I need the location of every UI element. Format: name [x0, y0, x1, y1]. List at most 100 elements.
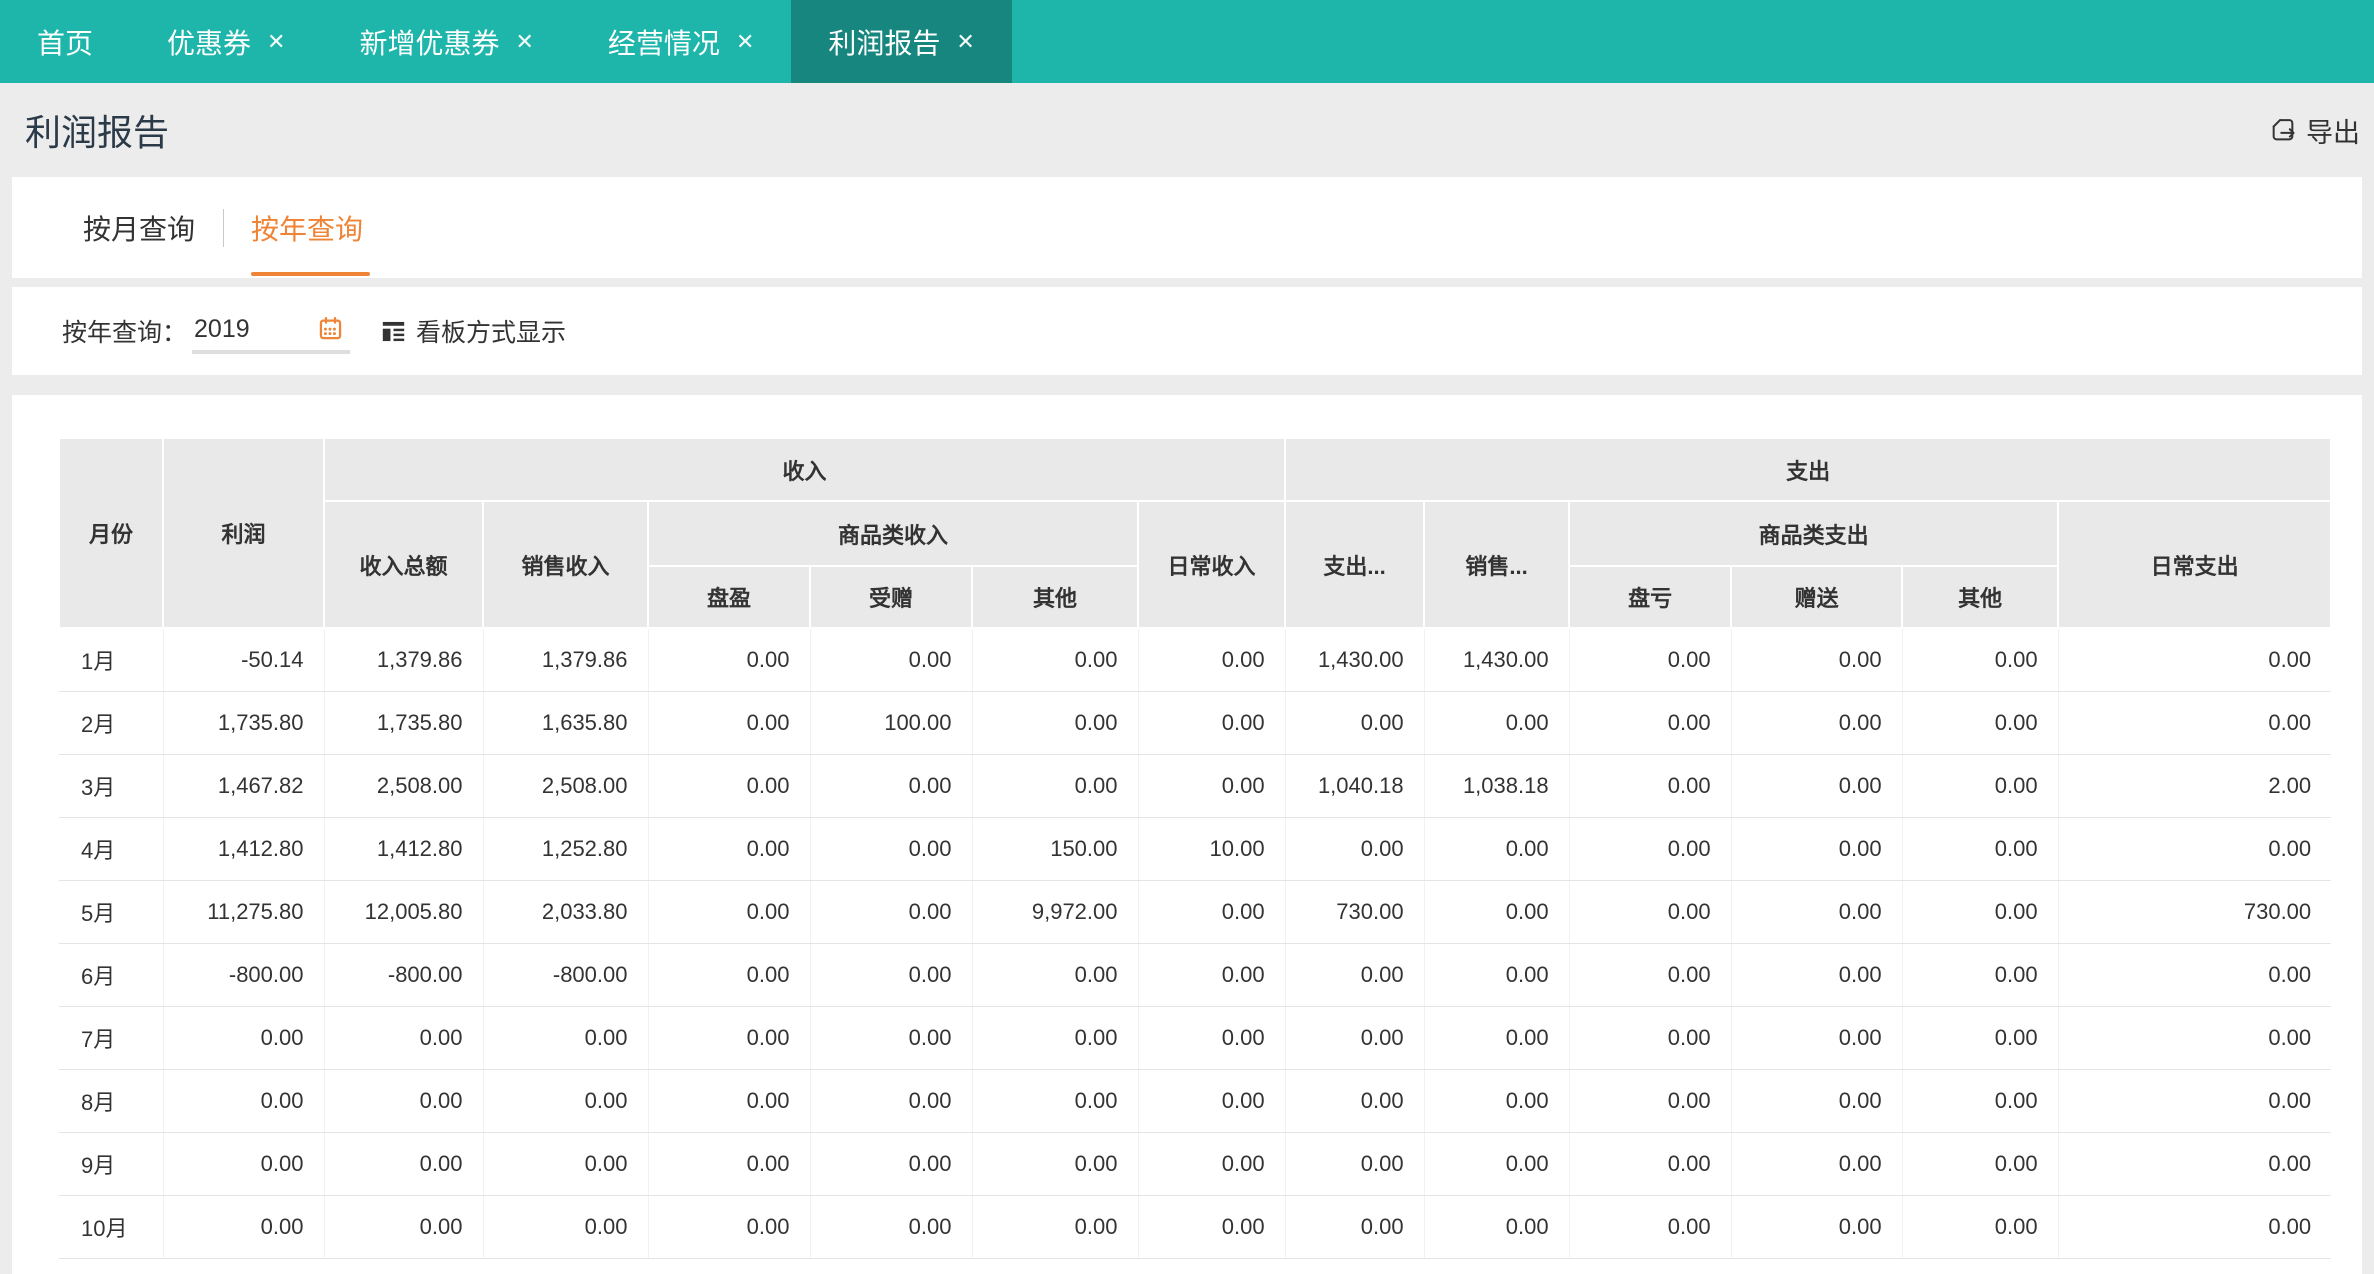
- top-tab-0[interactable]: 首页: [0, 0, 130, 83]
- cell-value: 0.00: [2058, 943, 2332, 1007]
- cell-value: 0.00: [1285, 943, 1425, 1007]
- cell-value: 0.00: [810, 943, 973, 1007]
- cell-month: 8月: [59, 1069, 164, 1133]
- cell-value: 0.00: [324, 1069, 484, 1133]
- top-tab-label: 新增优惠券: [359, 27, 500, 59]
- table-row: 7月 0.00 0.00 0.00 0.00 0.00 0.00 0.00 0.00 0.00 0.…: [59, 1006, 2332, 1070]
- cell-value: 0.00: [1424, 1132, 1570, 1196]
- cell-value: 0.00: [483, 1006, 649, 1070]
- cell-value: 0.00: [1138, 943, 1286, 1007]
- tab-close-icon[interactable]: ✕: [267, 30, 285, 53]
- cell-value: 0.00: [648, 754, 811, 818]
- cell-value: 0.00: [972, 1132, 1139, 1196]
- year-picker-value: 2019: [194, 314, 250, 343]
- cell-value: 0.00: [648, 1006, 811, 1070]
- cell-value: 0.00: [1285, 817, 1425, 881]
- cell-value: 0.00: [1569, 628, 1732, 692]
- cell-value: 0.00: [1731, 628, 1903, 692]
- cell-value: 0.00: [1424, 817, 1570, 881]
- cell-value: 0.00: [2058, 1006, 2332, 1070]
- cell-value: 0.00: [810, 1006, 973, 1070]
- cell-value: 0.00: [1424, 1069, 1570, 1133]
- cell-value: 1,379.86: [483, 628, 649, 692]
- cell-value: 1,379.86: [324, 628, 484, 692]
- cell-value: 0.00: [972, 1006, 1139, 1070]
- cell-value: 0.00: [1138, 880, 1286, 944]
- tab-yearly-query-label: 按年查询: [251, 213, 364, 245]
- tab-close-icon[interactable]: ✕: [515, 30, 533, 53]
- cell-value: 0.00: [2058, 817, 2332, 881]
- table-row: 9月 0.00 0.00 0.00 0.00 0.00 0.00 0.00 0.00 0.00 0.…: [59, 1132, 2332, 1196]
- active-tab-underline: [251, 272, 371, 276]
- cell-value: 0.00: [1902, 628, 2059, 692]
- cell-value: 0.00: [1731, 1006, 1903, 1070]
- subtab-divider: [223, 208, 225, 247]
- cell-value: 1,252.80: [483, 817, 649, 881]
- col-group-income: 收入: [322, 437, 1287, 502]
- cell-value: 2,033.80: [483, 880, 649, 944]
- cell-month: 3月: [59, 754, 164, 818]
- cell-value: 0.00: [1902, 1195, 2059, 1259]
- cell-value: 0.00: [648, 628, 811, 692]
- profit-report-panel: 月份 利润 收入 支出 收入总额 销售收入 商品类收入 日常收入 支出... 销…: [12, 395, 2362, 1274]
- cell-value: 0.00: [1731, 1069, 1903, 1133]
- board-view-toggle[interactable]: 看板方式显示: [380, 313, 566, 349]
- top-tab-4[interactable]: 利润报告 ✕: [791, 0, 1012, 83]
- year-picker-input[interactable]: 2019: [192, 308, 351, 354]
- top-tab-label: 经营情况: [607, 27, 720, 59]
- cell-value: 0.00: [1569, 943, 1732, 1007]
- cell-value: 150.00: [972, 817, 1139, 881]
- cell-month: 9月: [59, 1132, 164, 1196]
- cell-value: 0.00: [1731, 943, 1903, 1007]
- cell-value: 0.00: [1731, 754, 1903, 818]
- top-tab-bar: 首页 优惠券 ✕ 新增优惠券 ✕ 经营情况 ✕ 利润报告 ✕: [0, 0, 2374, 83]
- cell-value: 0.00: [972, 1069, 1139, 1133]
- cell-value: 0.00: [810, 754, 973, 818]
- table-row: 6月 -800.00 -800.00 -800.00 0.00 0.00 0.00 0.00 0…: [59, 943, 2332, 1007]
- cell-value: 0.00: [324, 1195, 484, 1259]
- cell-value: 0.00: [2058, 1069, 2332, 1133]
- cell-value: 0.00: [1902, 943, 2059, 1007]
- cell-value: 0.00: [810, 1195, 973, 1259]
- top-tab-1[interactable]: 优惠券 ✕: [130, 0, 322, 83]
- cell-value: 0.00: [1569, 817, 1732, 881]
- col-header-sales-income: 销售收入: [482, 500, 649, 629]
- col-header-sales-expense: 销售...: [1423, 500, 1571, 629]
- table-row: 5月 11,275.80 12,005.80 2,033.80 0.00 0.00 9,97…: [59, 880, 2332, 944]
- cell-value: 0.00: [1902, 817, 2059, 881]
- cell-value: 1,040.18: [1285, 754, 1425, 818]
- col-header-gift-received: 受赠: [809, 565, 973, 629]
- tab-yearly-query[interactable]: 按年查询: [251, 177, 371, 278]
- cell-value: 0.00: [972, 1195, 1139, 1259]
- cell-value: -800.00: [163, 943, 325, 1007]
- cell-value: -800.00: [324, 943, 484, 1007]
- cell-value: 0.00: [810, 1069, 973, 1133]
- cell-value: 0.00: [648, 943, 811, 1007]
- cell-value: 730.00: [1285, 880, 1425, 944]
- tab-close-icon[interactable]: ✕: [956, 30, 974, 53]
- cell-month: 2月: [59, 691, 164, 755]
- cell-value: 1,635.80: [483, 691, 649, 755]
- cell-value: 0.00: [1138, 628, 1286, 692]
- top-tab-label: 利润报告: [828, 27, 941, 59]
- table-row: 8月 0.00 0.00 0.00 0.00 0.00 0.00 0.00 0.00 0.00 0.…: [59, 1069, 2332, 1133]
- cell-value: 0.00: [483, 1195, 649, 1259]
- tab-close-icon[interactable]: ✕: [736, 30, 754, 53]
- cell-value: 0.00: [1285, 691, 1425, 755]
- export-button[interactable]: 导出: [2269, 111, 2360, 150]
- cell-value: 0.00: [972, 943, 1139, 1007]
- col-header-month: 月份: [58, 437, 164, 629]
- top-tab-3[interactable]: 经营情况 ✕: [571, 0, 791, 83]
- cell-value: 0.00: [163, 1069, 325, 1133]
- cell-value: 0.00: [1902, 691, 2059, 755]
- cell-month: 6月: [59, 943, 164, 1007]
- top-tab-2[interactable]: 新增优惠券 ✕: [322, 0, 570, 83]
- col-header-other-income: 其他: [971, 565, 1139, 629]
- cell-value: 0.00: [648, 1069, 811, 1133]
- tab-monthly-query[interactable]: 按月查询: [83, 177, 195, 278]
- cell-value: 0.00: [1569, 1006, 1732, 1070]
- cell-value: 0.00: [1731, 1195, 1903, 1259]
- filter-bar: 按年查询： 2019 看板方式显示: [12, 287, 2362, 375]
- table-row: 10月 0.00 0.00 0.00 0.00 0.00 0.00 0.00 0.00 0.00 0…: [59, 1195, 2332, 1259]
- cell-value: 0.00: [972, 691, 1139, 755]
